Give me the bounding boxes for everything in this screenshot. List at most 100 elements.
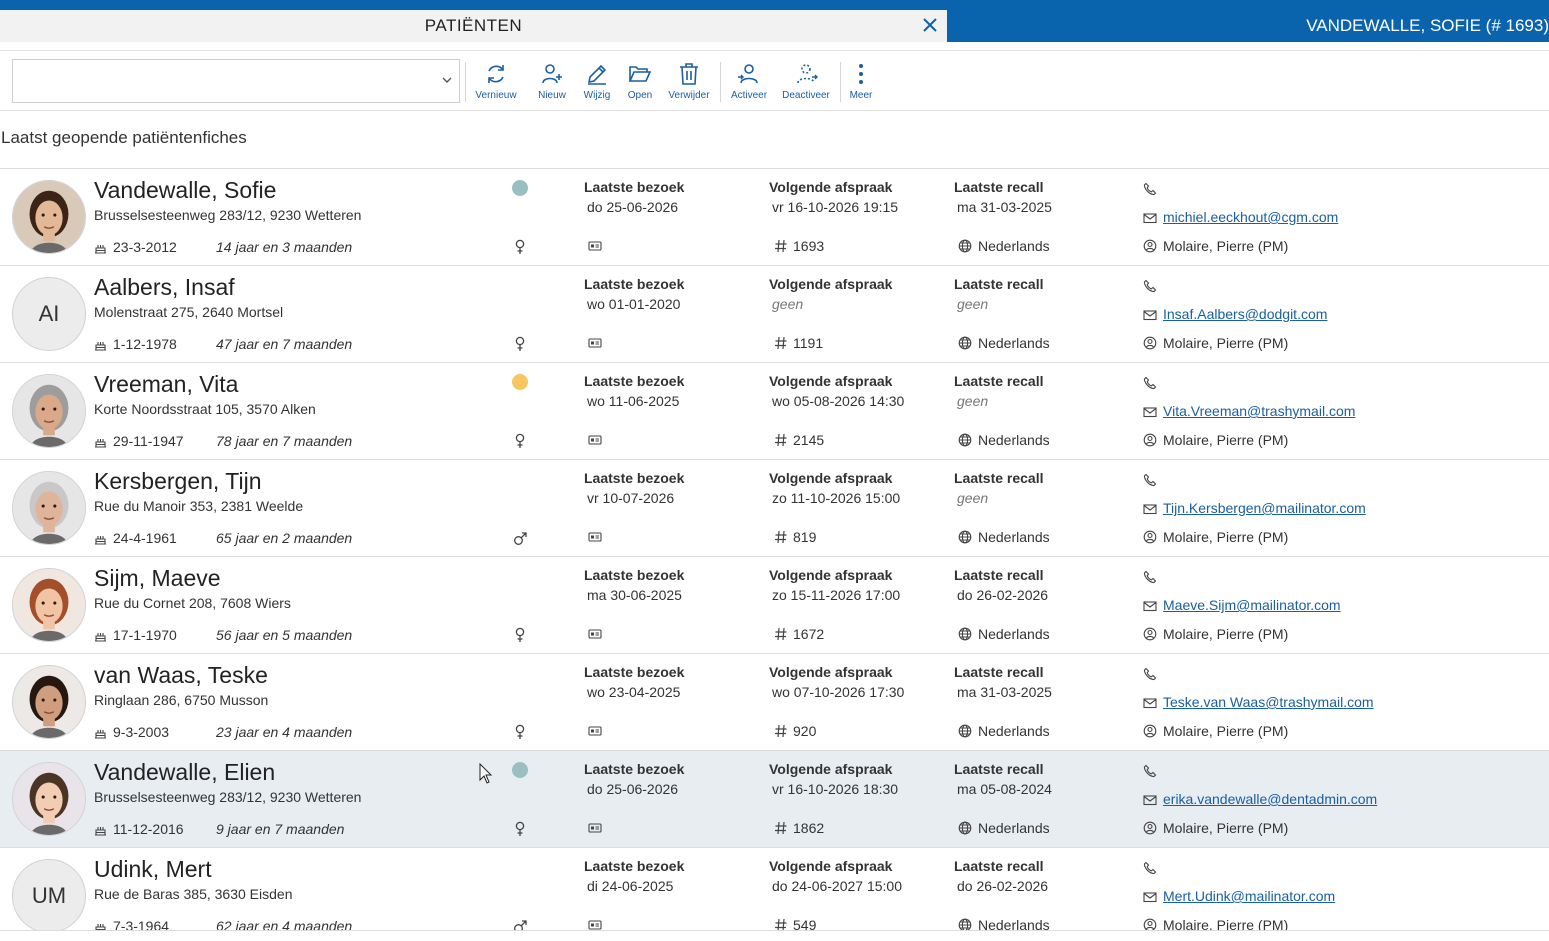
next-appointment-label: Volgende afspraak — [769, 276, 893, 292]
activate-button[interactable]: Activeer — [728, 62, 770, 102]
patient-name[interactable]: Udink, Mert — [94, 856, 212, 883]
phone-icon[interactable] — [1143, 667, 1157, 681]
patient-email-link[interactable]: Maeve.Sijm@mailinator.com — [1163, 597, 1341, 613]
patient-email-link[interactable]: Mert.Udink@mailinator.com — [1163, 888, 1335, 904]
patient-email-link[interactable]: erika.vandewalle@dentadmin.com — [1163, 791, 1377, 807]
tab-active-patient-label: VANDEWALLE, SOFIE (# 1693) — [1306, 16, 1549, 35]
patient-name[interactable]: Vreeman, Vita — [94, 371, 238, 398]
last-recall-value: ma 31-03-2025 — [957, 684, 1052, 700]
patient-avatar: AI — [12, 277, 86, 351]
patient-name[interactable]: Aalbers, Insaf — [94, 274, 235, 301]
patient-email-link[interactable]: Tijn.Kersbergen@mailinator.com — [1163, 500, 1366, 516]
patient-row[interactable]: van Waas, Teske Ringlaan 286, 6750 Musson… — [0, 654, 1549, 751]
phone-icon[interactable] — [1143, 861, 1157, 875]
next-appointment-value: wo 05-08-2026 14:30 — [772, 393, 905, 409]
patient-row[interactable]: Vandewalle, Sofie Brusselsesteenweg 283/1… — [0, 169, 1549, 266]
edit-button[interactable]: Wijzig — [578, 62, 616, 102]
more-button[interactable]: Meer — [846, 62, 876, 102]
patient-dentist: Molaire, Pierre (PM) — [1163, 626, 1289, 642]
last-visit-value: do 25-06-2026 — [587, 199, 679, 215]
patient-row[interactable]: Vreeman, Vita Korte Noordsstraat 105, 357… — [0, 363, 1549, 460]
patient-language: Nederlands — [978, 820, 1050, 836]
patient-row[interactable]: AI Aalbers, Insaf Molenstraat 275, 2640 Mo… — [0, 266, 1549, 363]
id-card-icon — [588, 530, 602, 544]
patient-number: 1191 — [793, 335, 824, 351]
patient-address: Brusselsesteenweg 283/12, 9230 Wetteren — [94, 207, 362, 223]
last-recall-label: Laatste recall — [954, 664, 1044, 680]
birthday-cake-icon — [94, 241, 113, 254]
toolbar-separator — [465, 62, 466, 102]
patient-dentist: Molaire, Pierre (PM) — [1163, 529, 1289, 545]
mail-icon — [1143, 793, 1157, 807]
divider — [0, 930, 1549, 931]
patient-email-link[interactable]: Insaf.Aalbers@dodgit.com — [1163, 306, 1327, 322]
last-visit-label: Laatste bezoek — [584, 664, 685, 680]
id-card-icon — [588, 918, 602, 930]
refresh-button[interactable]: Vernieuw — [474, 62, 518, 102]
phone-icon[interactable] — [1143, 473, 1157, 487]
dentist-user-icon — [1143, 530, 1157, 544]
patient-name[interactable]: Kersbergen, Tijn — [94, 468, 261, 495]
phone-icon[interactable] — [1143, 279, 1157, 293]
close-icon[interactable] — [919, 14, 941, 36]
birthday-cake-icon — [94, 823, 113, 836]
tab-patients[interactable]: PATIËNTEN — [0, 10, 947, 42]
patient-birthdate: 29-11-1947 — [94, 433, 184, 449]
last-recall-value: do 26-02-2026 — [957, 587, 1049, 603]
next-appointment-label: Volgende afspraak — [769, 567, 893, 583]
next-appointment-value: zo 11-10-2026 15:00 — [772, 490, 901, 506]
female-icon — [513, 627, 527, 643]
tab-active-patient[interactable]: VANDEWALLE, SOFIE (# 1693) — [947, 10, 1549, 42]
last-visit-value: wo 23-04-2025 — [587, 684, 681, 700]
birthdate-value: 29-11-1947 — [113, 433, 184, 449]
last-visit-label: Laatste bezoek — [584, 761, 685, 777]
id-card-icon — [588, 239, 602, 253]
patient-avatar: UM — [12, 859, 86, 930]
search-combobox[interactable] — [12, 59, 460, 103]
refresh-button-label: Vernieuw — [475, 90, 517, 101]
patient-language: Nederlands — [978, 335, 1050, 351]
patient-email-link[interactable]: michiel.eeckhout@cgm.com — [1163, 209, 1338, 225]
patient-name[interactable]: Vandewalle, Sofie — [94, 177, 276, 204]
pencil-icon — [587, 64, 607, 85]
toolbar-separator — [840, 62, 841, 102]
open-button[interactable]: Open — [622, 62, 658, 102]
patient-address: Molenstraat 275, 2640 Mortsel — [94, 304, 284, 320]
patient-birthdate: 11-12-2016 — [94, 821, 184, 837]
patient-dentist: Molaire, Pierre (PM) — [1163, 238, 1289, 254]
patient-row[interactable]: Vandewalle, Elien Brusselsesteenweg 283/1… — [0, 751, 1549, 848]
activate-person-icon — [738, 64, 758, 84]
patient-language: Nederlands — [978, 626, 1050, 642]
next-appointment-value: zo 15-11-2026 17:00 — [772, 587, 901, 603]
patient-birthdate: 7-3-1964 — [94, 918, 169, 930]
last-visit-value: do 25-06-2026 — [587, 781, 679, 797]
patient-name[interactable]: van Waas, Teske — [94, 662, 268, 689]
birthdate-value: 7-3-1964 — [113, 918, 170, 930]
new-button[interactable]: Nieuw — [532, 62, 572, 102]
mail-icon — [1143, 890, 1157, 904]
toolbar-separator — [720, 62, 721, 102]
patient-row[interactable]: Kersbergen, Tijn Rue du Manoir 353, 2381 … — [0, 460, 1549, 557]
phone-icon[interactable] — [1143, 182, 1157, 196]
birthday-cake-icon — [94, 532, 113, 545]
phone-icon[interactable] — [1143, 376, 1157, 390]
male-icon — [513, 918, 527, 930]
last-visit-label: Laatste bezoek — [584, 179, 685, 195]
patient-row[interactable]: UM Udink, Mert Rue de Baras 385, 3630 Eisd… — [0, 848, 1549, 930]
patient-name[interactable]: Vandewalle, Elien — [94, 759, 275, 786]
patient-name[interactable]: Sijm, Maeve — [94, 565, 221, 592]
delete-button[interactable]: Verwijder — [666, 62, 712, 102]
globe-icon — [958, 239, 972, 253]
last-visit-label: Laatste bezoek — [584, 858, 685, 874]
dentist-user-icon — [1143, 433, 1157, 447]
next-appointment-value: geen — [772, 296, 804, 312]
patient-row[interactable]: Sijm, Maeve Rue du Cornet 208, 7608 Wiers… — [0, 557, 1549, 654]
patient-email-link[interactable]: Teske.van Waas@trashymail.com — [1163, 694, 1374, 710]
patient-email-link[interactable]: Vita.Vreeman@trashymail.com — [1163, 403, 1355, 419]
phone-icon[interactable] — [1143, 570, 1157, 584]
female-icon — [513, 336, 527, 352]
globe-icon — [958, 336, 972, 350]
chevron-down-icon[interactable] — [441, 74, 453, 86]
deactivate-button[interactable]: Deactiveer — [780, 62, 832, 102]
phone-icon[interactable] — [1143, 764, 1157, 778]
